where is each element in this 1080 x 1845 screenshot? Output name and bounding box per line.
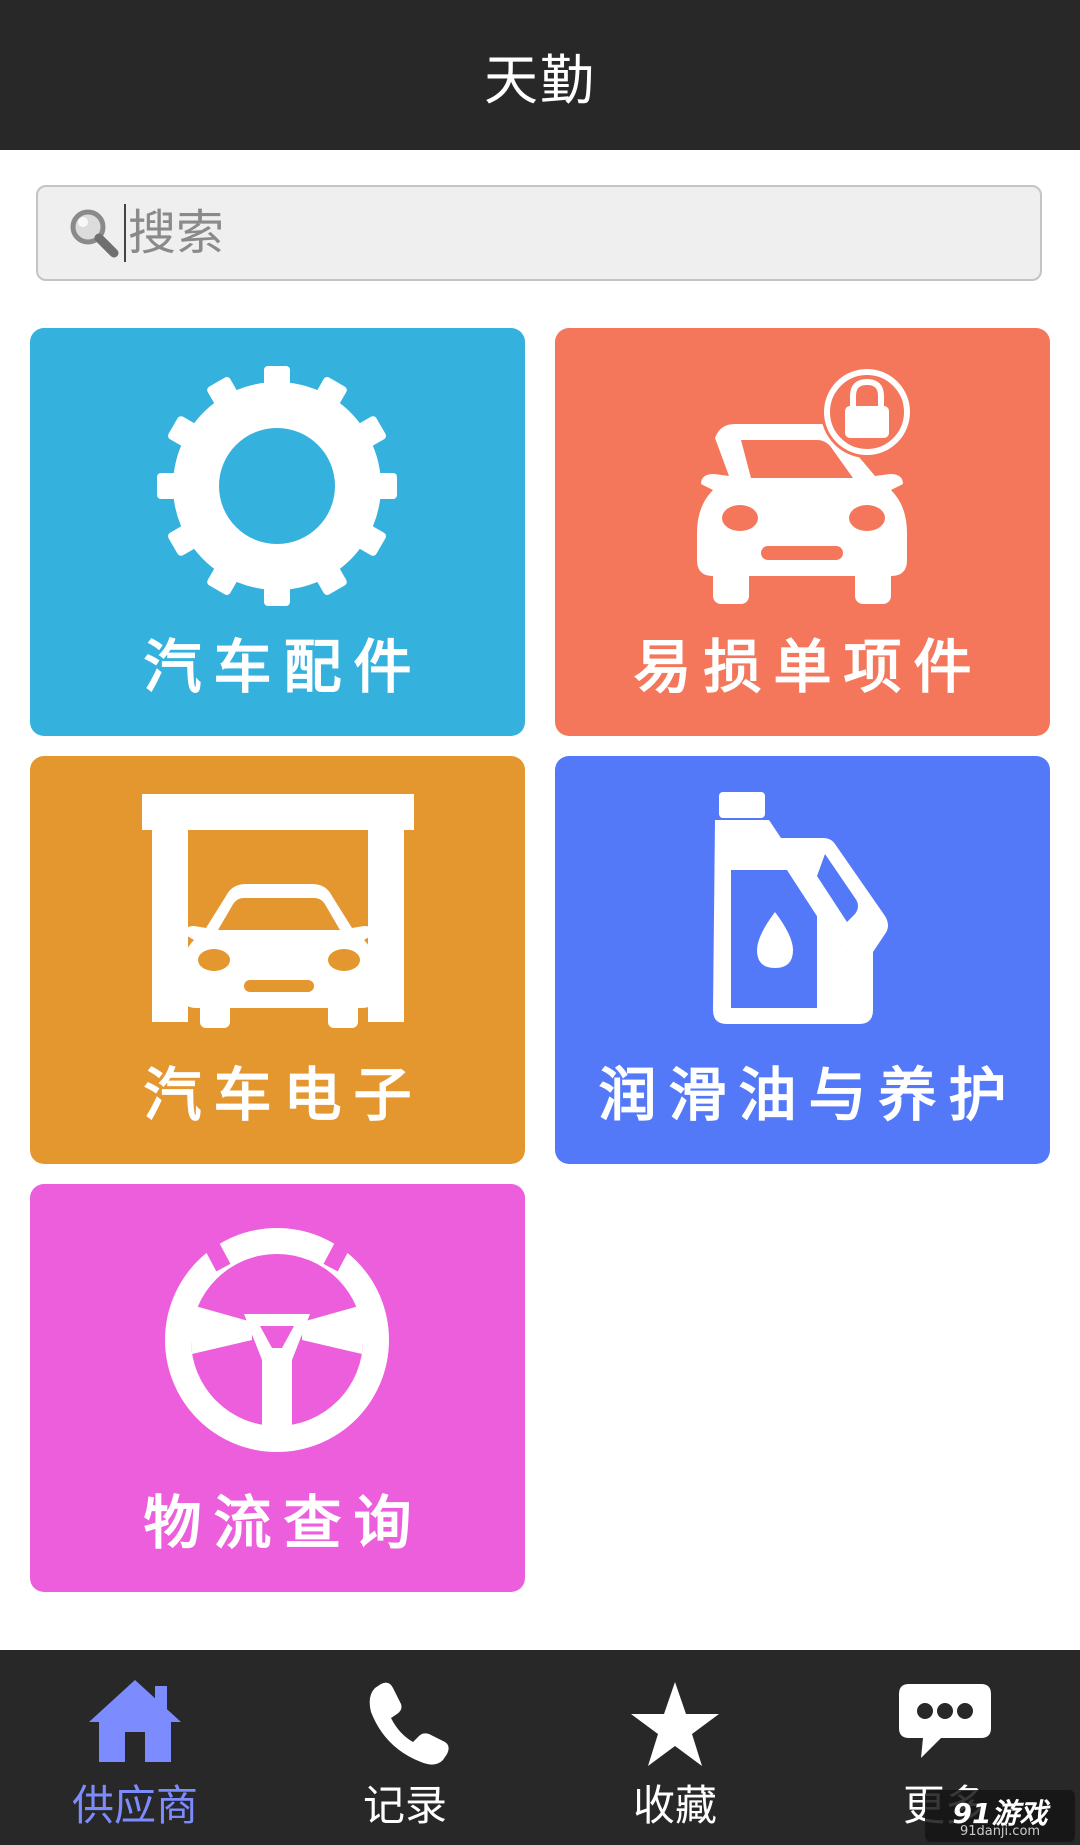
phone-icon <box>369 1682 449 1765</box>
category-tile-wear-parts[interactable]: 易损单项件 <box>555 328 1050 736</box>
nav-item-records[interactable]: 记录 <box>270 1650 540 1845</box>
search-input[interactable] <box>126 193 1040 273</box>
star-icon <box>631 1682 719 1766</box>
tile-label: 润滑油与养护 <box>598 1061 1019 1129</box>
search-icon <box>70 209 119 258</box>
category-tile-lubricants-care[interactable]: 润滑油与养护 <box>555 756 1050 1164</box>
watermark-url: 91danji.com <box>959 1824 1041 1839</box>
tire-icon <box>157 366 397 606</box>
steering-wheel-icon <box>165 1228 389 1452</box>
nav-label: 收藏 <box>632 1781 717 1830</box>
home-icon <box>89 1680 181 1762</box>
watermark: 91游戏 91danji.com <box>925 1790 1075 1842</box>
page-title: 天勤 <box>484 48 596 112</box>
bottom-nav: 供应商 记录 收藏 更多 <box>0 1650 1080 1845</box>
app-header: 天勤 <box>0 0 1080 150</box>
car-lock-icon <box>697 366 913 604</box>
oil-bottle-icon <box>713 792 888 1024</box>
category-tile-logistics[interactable]: 物流查询 <box>30 1184 525 1592</box>
tile-label: 物流查询 <box>143 1489 424 1557</box>
chat-bubble-icon <box>899 1684 991 1758</box>
tile-label: 汽车配件 <box>143 633 424 701</box>
nav-label: 记录 <box>362 1781 447 1830</box>
category-tile-auto-parts[interactable]: 汽车配件 <box>30 328 525 736</box>
category-tile-auto-electronics[interactable]: 汽车电子 <box>30 756 525 1164</box>
search-bar[interactable] <box>36 185 1042 281</box>
nav-label: 供应商 <box>71 1781 198 1830</box>
nav-item-suppliers[interactable]: 供应商 <box>0 1650 270 1845</box>
tile-label: 易损单项件 <box>633 633 984 701</box>
car-garage-icon <box>142 794 414 1028</box>
nav-item-favorites[interactable]: 收藏 <box>540 1650 810 1845</box>
tile-label: 汽车电子 <box>143 1061 424 1129</box>
